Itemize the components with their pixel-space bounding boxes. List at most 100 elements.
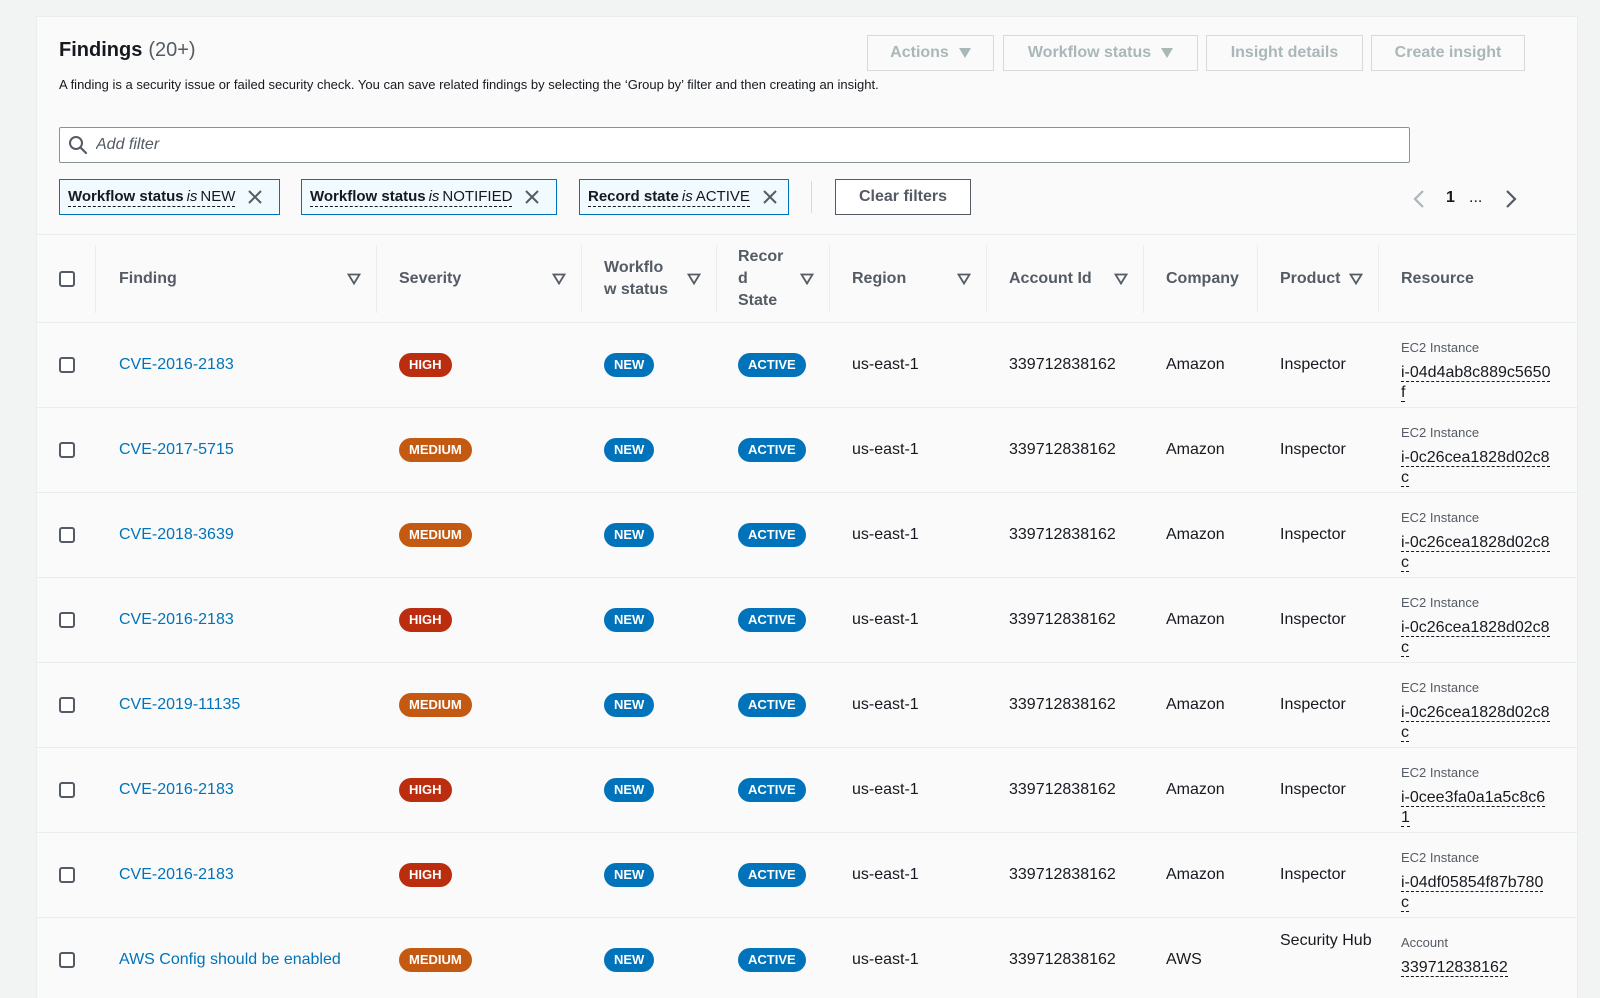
chevron-right-icon[interactable] (1503, 189, 1519, 209)
finding-link[interactable]: CVE-2018-3639 (119, 493, 234, 577)
resource-id-link[interactable]: i-0c26cea1828d02c8c (1401, 703, 1551, 745)
column-header-record-state[interactable]: Recor d State (738, 235, 814, 323)
table-row: CVE-2016-2183 HIGH NEW ACTIVE us-east-1 33971… (37, 578, 1577, 663)
column-label: Severity (399, 270, 462, 287)
column-header-finding[interactable]: Finding (119, 235, 361, 323)
resource-id-link[interactable]: i-04d4ab8c889c5650f (1401, 363, 1551, 405)
page-number[interactable]: 1 (1446, 189, 1455, 207)
resource-id-link[interactable]: 339712838162 (1401, 958, 1551, 998)
severity-badge: HIGH (399, 778, 452, 802)
caret-down-icon (958, 48, 971, 58)
region-cell: us-east-1 (852, 696, 919, 713)
record-state-cell: ACTIVE (738, 493, 806, 577)
account-id-cell: 339712838162 (1009, 866, 1116, 883)
finding-link[interactable]: CVE-2017-5715 (119, 408, 234, 492)
sort-down-icon[interactable] (957, 273, 971, 285)
column-separator (986, 245, 987, 313)
finding-link[interactable]: CVE-2016-2183 (119, 833, 234, 917)
company-cell: Amazon (1166, 866, 1225, 883)
sort-down-icon[interactable] (347, 273, 361, 285)
sort-down-icon[interactable] (1349, 273, 1363, 285)
table-row: AWS Config should be enabled MEDIUM NEW ACT… (37, 918, 1577, 998)
column-separator (1143, 245, 1144, 313)
workflow-status-cell: NEW (604, 493, 655, 577)
severity-cell: MEDIUM (399, 663, 472, 747)
title-text: Findings (59, 39, 143, 61)
severity-badge: HIGH (399, 353, 452, 377)
resource-id-text: i-0cee3fa0a1a5c8c61 (1401, 789, 1546, 827)
filter-token: Record state is ACTIVE (579, 179, 789, 215)
record-state-badge: ACTIVE (738, 523, 806, 547)
column-label: Company (1166, 270, 1239, 287)
column-header-workflow-status[interactable]: Workflo w status (604, 235, 701, 323)
select-all-checkbox[interactable] (59, 271, 75, 287)
row-checkbox[interactable] (59, 357, 75, 373)
workflow-status-label: Workflow status (1027, 44, 1152, 61)
resource-type: EC2 Instance (1401, 425, 1480, 440)
column-separator (1257, 245, 1258, 313)
row-checkbox[interactable] (59, 612, 75, 628)
row-checkbox[interactable] (59, 527, 75, 543)
close-icon[interactable] (247, 189, 263, 205)
column-label: Workflo w status (604, 259, 669, 298)
sort-down-icon[interactable] (552, 273, 566, 285)
resource-id-link[interactable]: i-0c26cea1828d02c8c (1401, 533, 1551, 575)
resource-id-link[interactable]: i-0cee3fa0a1a5c8c61 (1401, 788, 1551, 830)
actions-button[interactable]: Actions (867, 35, 994, 71)
product-cell: Inspector (1280, 611, 1346, 628)
account-id-cell: 339712838162 (1009, 356, 1116, 373)
record-state-cell: ACTIVE (738, 578, 806, 662)
workflow-status-button[interactable]: Workflow status (1003, 35, 1198, 71)
row-checkbox[interactable] (59, 442, 75, 458)
row-checkbox[interactable] (59, 867, 75, 883)
column-label: Product (1280, 270, 1341, 287)
create-insight-button[interactable]: Create insight (1371, 35, 1525, 71)
workflow-status-badge: NEW (604, 608, 655, 632)
sort-down-icon[interactable] (1114, 273, 1128, 285)
record-state-badge: ACTIVE (738, 693, 806, 717)
findings-table: Finding Severity Workflo w status Recor … (37, 234, 1577, 998)
column-header-region[interactable]: Region (852, 235, 982, 323)
region-cell: us-east-1 (852, 866, 919, 883)
column-header-company: Company (1166, 235, 1256, 323)
table-row: CVE-2016-2183 HIGH NEW ACTIVE us-east-1 33971… (37, 323, 1577, 408)
resource-id-text: i-04d4ab8c889c5650f (1401, 364, 1551, 402)
filter-input[interactable] (96, 136, 1376, 154)
table-row: CVE-2019-11135 MEDIUM NEW ACTIVE us-east-1 33… (37, 663, 1577, 748)
chevron-left-icon[interactable] (1411, 189, 1427, 209)
column-header-account-id[interactable]: Account Id (1009, 235, 1139, 323)
sort-down-icon[interactable] (687, 273, 701, 285)
finding-link[interactable]: AWS Config should be enabled (119, 918, 341, 998)
filter-bar[interactable] (59, 127, 1410, 163)
row-checkbox[interactable] (59, 952, 75, 968)
page-description: A finding is a security issue or failed … (59, 77, 879, 92)
resource-id-link[interactable]: i-0c26cea1828d02c8c (1401, 618, 1551, 660)
clear-filters-button[interactable]: Clear filters (835, 179, 971, 215)
resource-type: EC2 Instance (1401, 765, 1480, 780)
finding-link[interactable]: CVE-2019-11135 (119, 663, 240, 747)
row-checkbox[interactable] (59, 697, 75, 713)
finding-link[interactable]: CVE-2016-2183 (119, 748, 234, 832)
finding-link[interactable]: CVE-2016-2183 (119, 323, 234, 407)
column-header-product[interactable]: Product (1280, 235, 1375, 323)
close-icon[interactable] (762, 189, 778, 205)
company-cell: Amazon (1166, 356, 1225, 373)
resource-id-link[interactable]: i-0c26cea1828d02c8c (1401, 448, 1551, 490)
finding-link[interactable]: CVE-2016-2183 (119, 578, 234, 662)
table-header: Finding Severity Workflo w status Recor … (37, 234, 1577, 323)
company-cell: Amazon (1166, 611, 1225, 628)
column-label: Recor d State (738, 248, 784, 309)
region-cell: us-east-1 (852, 526, 919, 543)
column-header-severity[interactable]: Severity (399, 235, 579, 323)
workflow-status-cell: NEW (604, 663, 655, 747)
close-icon[interactable] (524, 189, 540, 205)
insight-details-button[interactable]: Insight details (1206, 35, 1363, 71)
severity-cell: HIGH (399, 578, 452, 662)
record-state-badge: ACTIVE (738, 608, 806, 632)
sort-down-icon[interactable] (800, 273, 814, 285)
workflow-status-cell: NEW (604, 323, 655, 407)
resource-id-link[interactable]: i-04df05854f87b780c (1401, 873, 1551, 915)
resource-id-text: i-04df05854f87b780c (1401, 874, 1544, 912)
divider (811, 181, 812, 213)
row-checkbox[interactable] (59, 782, 75, 798)
